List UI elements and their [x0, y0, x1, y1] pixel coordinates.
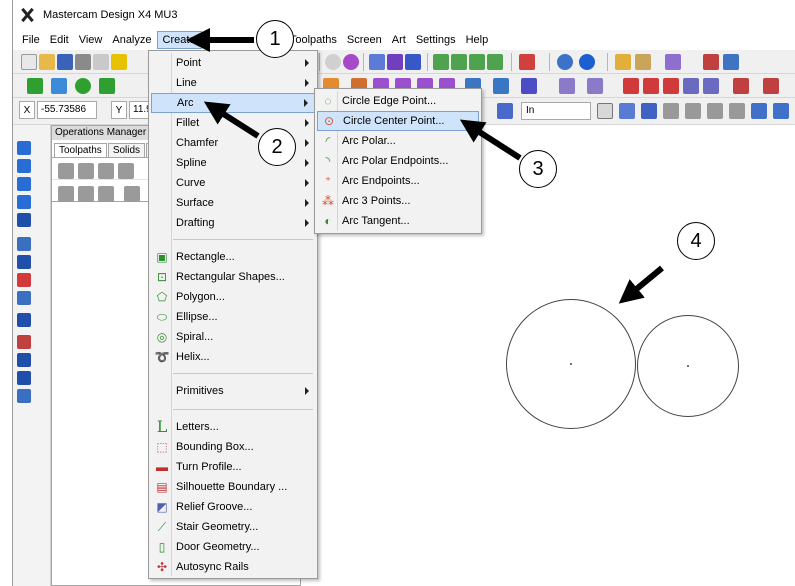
callout-1: 1 [256, 20, 294, 58]
callout-3: 3 [519, 150, 557, 188]
annotation-arrows [186, 28, 664, 304]
arrow-4 [618, 265, 664, 304]
arrow-3 [459, 119, 522, 161]
arrow-2 [203, 101, 260, 139]
callout-2: 2 [258, 128, 296, 166]
callout-4: 4 [677, 222, 715, 260]
